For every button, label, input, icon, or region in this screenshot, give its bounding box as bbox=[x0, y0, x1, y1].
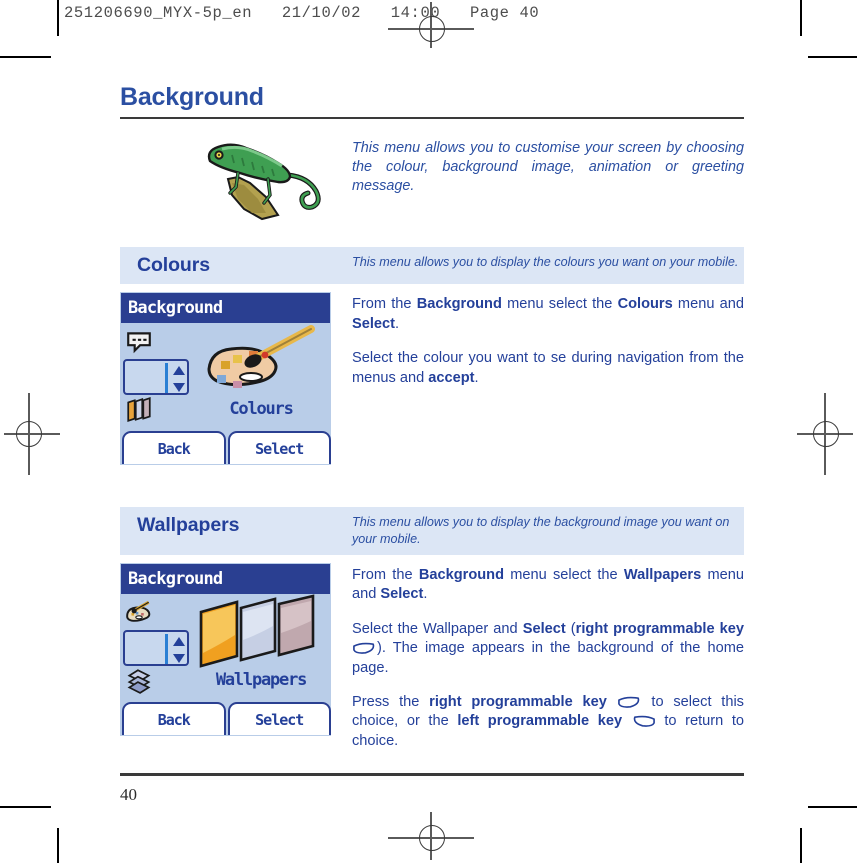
chameleon-illustration bbox=[120, 135, 352, 227]
section-title: Colours bbox=[137, 253, 210, 276]
body-text: From the bbox=[352, 296, 417, 313]
body-text: ( bbox=[565, 620, 576, 637]
body-text bbox=[622, 713, 631, 729]
intro-text: This menu allows you to customise your s… bbox=[352, 139, 744, 195]
section-description: This menu allows you to display the back… bbox=[352, 515, 730, 546]
section-title: Wallpapers bbox=[137, 514, 240, 537]
emphasis-term: right programmable key bbox=[429, 694, 607, 711]
palette-icon[interactable] bbox=[125, 596, 181, 630]
crop-mark-bottom-left-horizontal bbox=[0, 806, 51, 808]
crop-mark-bottom-right-vertical bbox=[800, 828, 802, 863]
mockup-screen-body: Wallpapers bbox=[121, 594, 330, 704]
right-programmable-key-icon bbox=[617, 696, 642, 708]
section-header-wallpapers: Wallpapers This menu allows you to displa… bbox=[120, 507, 744, 556]
section-instructions: From the Background menu select the Colo… bbox=[352, 292, 744, 388]
scroll-arrows[interactable] bbox=[171, 635, 187, 670]
crop-mark-top-right-vertical bbox=[800, 0, 802, 36]
page-content: Background This menu allows you to custo… bbox=[120, 83, 744, 805]
instruction-paragraph: From the Background menu select the Wall… bbox=[352, 566, 744, 605]
sections-container: Colours This menu allows you to display t… bbox=[120, 246, 744, 751]
instruction-paragraph: Press the right programmable key to sele… bbox=[352, 693, 744, 751]
mockup-selected-label: Colours bbox=[229, 399, 293, 420]
right-programmable-key-icon bbox=[352, 642, 377, 655]
emphasis-term: Select bbox=[380, 586, 424, 603]
emphasis-term: left programmable key bbox=[457, 713, 623, 730]
section-body-colours: Background Colours Back Select From the Back… bbox=[120, 292, 744, 466]
instruction-paragraph: Select the Wallpaper and Select (right p… bbox=[352, 620, 744, 678]
body-text: Select the Wallpaper and bbox=[352, 620, 523, 637]
registration-mark-bottom bbox=[388, 812, 474, 860]
scroll-track bbox=[165, 634, 168, 665]
section-illustration: Background Wallpapers Back Select bbox=[120, 563, 352, 737]
body-text: . bbox=[423, 586, 428, 603]
title-divider bbox=[120, 116, 744, 119]
left-softkey-back[interactable]: Back bbox=[122, 702, 226, 736]
mockup-title-bar: Background bbox=[121, 293, 330, 324]
body-text: menu select the bbox=[503, 567, 624, 584]
body-text: Press the bbox=[352, 694, 430, 711]
emphasis-term: right programmable key bbox=[575, 620, 744, 637]
body-text: From the bbox=[352, 567, 419, 584]
registration-mark-left bbox=[4, 393, 60, 475]
emphasis-term: Select bbox=[522, 620, 566, 637]
section-illustration: Background Colours Back Select bbox=[120, 292, 352, 466]
section-body-wallpapers: Background Wallpapers Back Select From the B… bbox=[120, 563, 744, 751]
body-text: . bbox=[474, 369, 479, 386]
emphasis-term: Background bbox=[416, 296, 502, 313]
right-softkey-select[interactable]: Select bbox=[227, 431, 331, 465]
intro-block: This menu allows you to customise your s… bbox=[120, 135, 744, 227]
mockup-selected-label: Wallpapers bbox=[215, 670, 308, 691]
wallpaper-sheets-icon bbox=[193, 594, 329, 674]
left-programmable-key-icon bbox=[631, 715, 656, 728]
section-instructions: From the Background menu select the Wall… bbox=[352, 563, 744, 751]
emphasis-term: Colours bbox=[617, 296, 673, 313]
body-text: Select the colour you want to se during … bbox=[352, 350, 744, 386]
mockup-title-bar: Background bbox=[121, 564, 330, 595]
phone-screen-mockup: Background Colours Back Select bbox=[120, 292, 332, 466]
mockup-softkey-bar: Back Select bbox=[121, 431, 332, 465]
registration-mark-right bbox=[797, 393, 853, 475]
mockup-selection-highlight bbox=[123, 630, 189, 667]
body-text: . bbox=[395, 315, 400, 332]
manual-page: 251206690_MYX-5p_en 21/10/02 14:00 Page … bbox=[0, 0, 857, 863]
footer-divider bbox=[120, 773, 744, 776]
instruction-paragraph: Select the colour you want to se during … bbox=[352, 349, 744, 388]
body-text: menu select the bbox=[501, 296, 618, 313]
crop-mark-bottom-right-horizontal bbox=[808, 806, 857, 808]
left-softkey-back[interactable]: Back bbox=[122, 431, 226, 465]
body-text: ). The image appears in the background o… bbox=[352, 640, 744, 676]
mockup-screen-body: Colours bbox=[121, 323, 330, 433]
emphasis-term: Select bbox=[352, 315, 395, 332]
scroll-arrows[interactable] bbox=[171, 364, 187, 399]
right-softkey-select[interactable]: Select bbox=[227, 702, 331, 736]
emphasis-term: accept bbox=[428, 369, 475, 386]
page-title: Background bbox=[120, 83, 264, 111]
emphasis-term: Background bbox=[418, 567, 504, 584]
phone-screen-mockup: Background Wallpapers Back Select bbox=[120, 563, 332, 737]
section-header-colours: Colours This menu allows you to display t… bbox=[120, 246, 744, 285]
page-number: 40 bbox=[120, 784, 137, 804]
mockup-selection-highlight bbox=[123, 359, 189, 396]
section-description: This menu allows you to display the colo… bbox=[352, 254, 739, 269]
palette-with-brush-icon bbox=[193, 323, 329, 403]
crop-mark-top-left-vertical bbox=[57, 0, 59, 36]
mockup-softkey-bar: Back Select bbox=[121, 702, 332, 736]
emphasis-term: Wallpapers bbox=[623, 567, 702, 584]
body-text bbox=[607, 694, 617, 710]
crop-mark-top-right-horizontal bbox=[808, 56, 857, 58]
instruction-paragraph: From the Background menu select the Colo… bbox=[352, 295, 744, 334]
speech-bubble-icon[interactable] bbox=[125, 325, 181, 359]
scroll-track bbox=[165, 363, 168, 394]
registration-mark-top bbox=[388, 2, 474, 48]
crop-mark-top-left-horizontal bbox=[0, 56, 51, 58]
crop-mark-bottom-left-vertical bbox=[57, 828, 59, 863]
body-text: menu and bbox=[672, 296, 744, 313]
